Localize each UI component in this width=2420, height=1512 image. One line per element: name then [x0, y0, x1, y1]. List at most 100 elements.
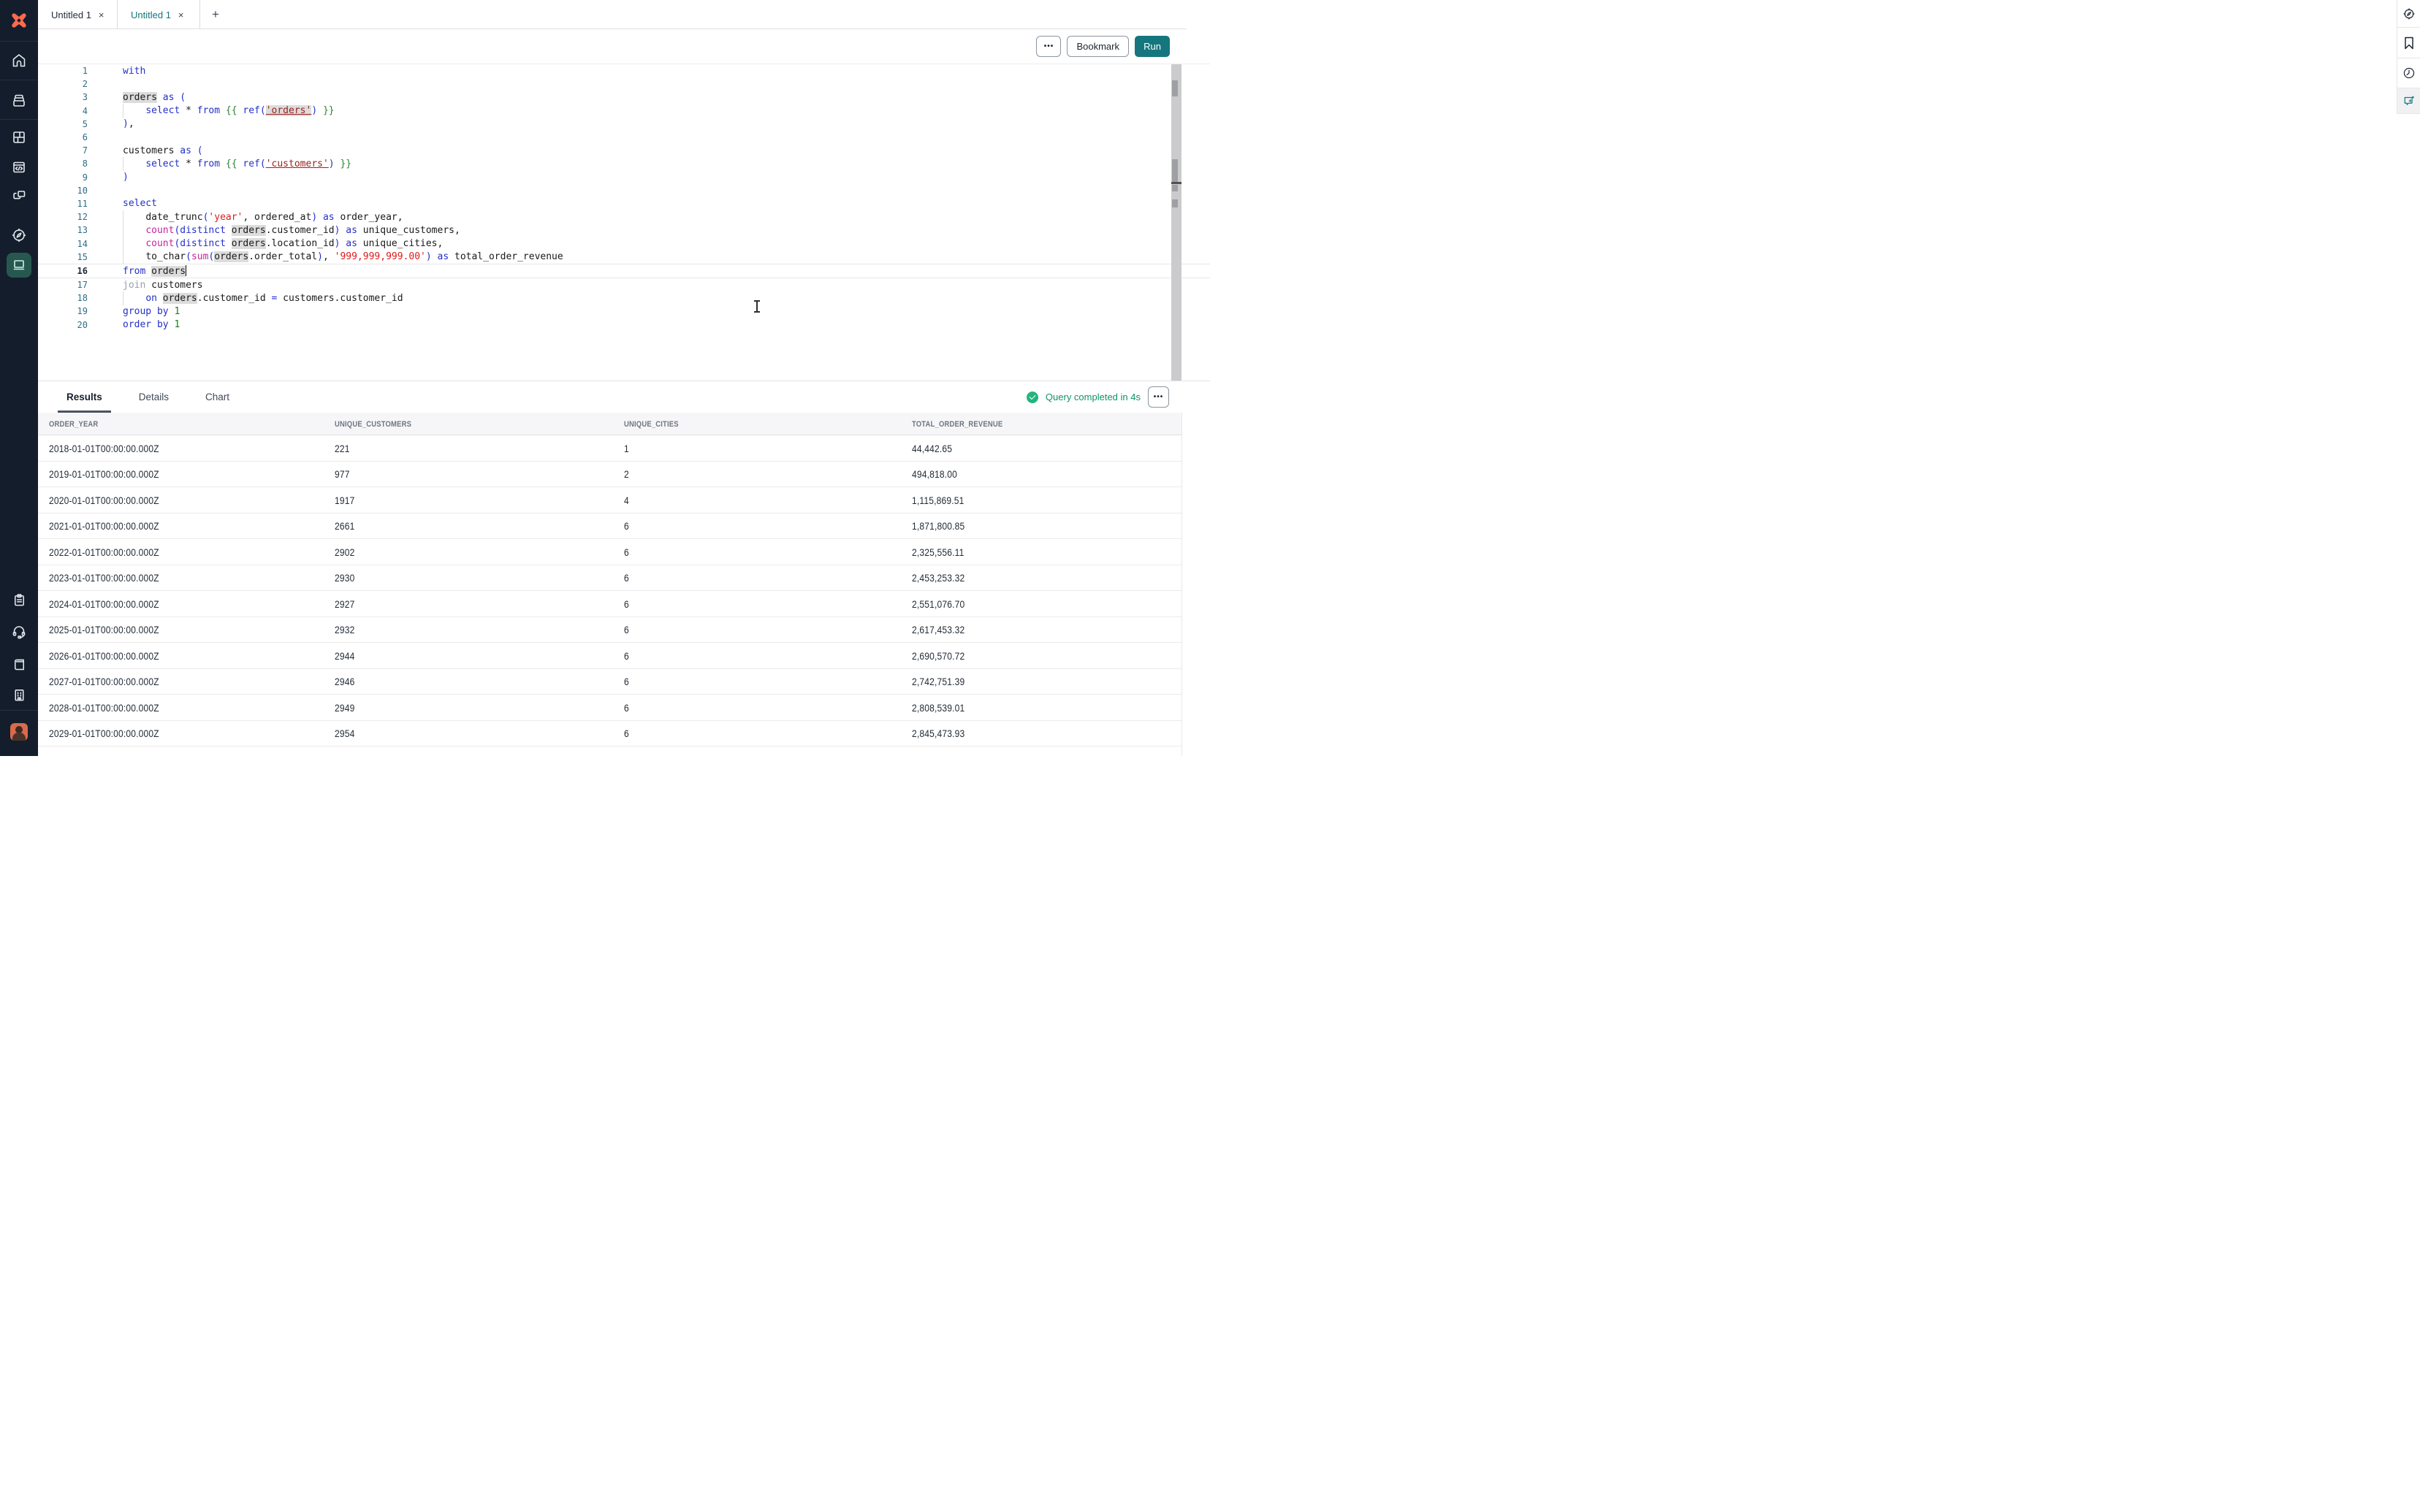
table-row[interactable]: 2027-01-01T00:00:00.000Z294662,742,751.3… [38, 669, 1182, 695]
code-text: order by 1 [104, 319, 180, 330]
table-cell: 1 [624, 435, 630, 462]
table-row[interactable]: 2021-01-01T00:00:00.000Z266161,871,800.8… [38, 513, 1182, 540]
projects-tray-icon [11, 92, 27, 108]
close-icon[interactable]: × [99, 9, 104, 20]
table-row[interactable]: 2029-01-01T00:00:00.000Z295462,845,473.9… [38, 721, 1182, 747]
table-row[interactable]: 2019-01-01T00:00:00.000Z9772494,818.00 [38, 462, 1182, 488]
sql-editor[interactable]: 1with23orders as (4 select * from {{ ref… [38, 64, 1210, 381]
code-line-12[interactable]: 12 date_trunc('year', ordered_at) as ord… [38, 210, 1210, 224]
sidebar-item-support[interactable] [0, 620, 38, 644]
new-tab-button[interactable]: + [205, 0, 227, 29]
more-options-button[interactable]: ••• [1036, 36, 1061, 57]
table-cell: 2027-01-01T00:00:00.000Z [49, 669, 177, 695]
table-cell: 2020-01-01T00:00:00.000Z [49, 487, 177, 513]
table-cell: 2902 [335, 539, 358, 565]
code-line-13[interactable]: 13 count(distinct orders.customer_id) as… [38, 224, 1210, 237]
line-number: 12 [38, 212, 104, 222]
table-row[interactable]: 2030-01-01T00:00:00.000Z287961,841,049.3… [38, 747, 1182, 756]
sidebar-item-code-apps[interactable] [0, 156, 38, 179]
column-header-order-year[interactable]: ORDER_YEAR [49, 420, 98, 429]
table-row[interactable]: 2025-01-01T00:00:00.000Z293262,617,453.3… [38, 617, 1182, 644]
code-line-19[interactable]: 19group by 1 [38, 305, 1210, 318]
code-line-18[interactable]: 18 on orders.customer_id = customers.cus… [38, 291, 1210, 305]
code-line-15[interactable]: 15 to_char(sum(orders.order_total), '999… [38, 251, 1210, 264]
bookmark-button[interactable]: Bookmark [1067, 36, 1129, 57]
sidebar-item-docs[interactable] [0, 652, 38, 676]
table-row[interactable]: 2023-01-01T00:00:00.000Z293062,453,253.3… [38, 565, 1182, 592]
rail-explore-button[interactable] [2397, 0, 2420, 28]
code-line-14[interactable]: 14 count(distinct orders.location_id) as… [38, 237, 1210, 250]
sidebar-item-dashboards[interactable] [0, 126, 38, 149]
table-cell: 6 [624, 721, 630, 747]
column-header-total-order-revenue[interactable]: TOTAL_ORDER_REVENUE [912, 420, 1002, 429]
table-row[interactable]: 2024-01-01T00:00:00.000Z292762,551,076.7… [38, 591, 1182, 617]
editor-scrollbar[interactable] [1171, 64, 1182, 381]
close-icon[interactable]: × [178, 9, 184, 20]
sidebar-item-apps[interactable] [0, 184, 38, 207]
tab-untitled-1[interactable]: Untitled 1 × [38, 0, 115, 29]
code-line-7[interactable]: 7customers as ( [38, 144, 1210, 157]
code-line-6[interactable]: 6 [38, 131, 1210, 144]
code-line-17[interactable]: 17join customers [38, 278, 1210, 291]
code-text: from orders [104, 265, 186, 277]
tab-untitled-1-active[interactable]: Untitled 1 × [118, 0, 194, 29]
column-header-unique-cities[interactable]: UNIQUE_CITIES [624, 420, 679, 429]
table-cell: 2927 [335, 591, 358, 617]
table-cell: 6 [624, 669, 630, 695]
rail-history-button[interactable] [2397, 58, 2420, 88]
table-cell: 2018-01-01T00:00:00.000Z [49, 435, 177, 462]
table-row[interactable]: 2022-01-01T00:00:00.000Z290262,325,556.1… [38, 539, 1182, 565]
scrollbar-thumb[interactable] [1172, 80, 1178, 96]
code-line-11[interactable]: 11select [38, 197, 1210, 210]
code-text: count(distinct orders.location_id) as un… [104, 238, 443, 249]
tab-results[interactable]: Results [62, 381, 107, 413]
table-cell: 2954 [335, 721, 358, 747]
table-cell: 2025-01-01T00:00:00.000Z [49, 617, 177, 644]
table-cell: 44,442.65 [912, 435, 959, 462]
table-row[interactable]: 2018-01-01T00:00:00.000Z221144,442.65 [38, 435, 1182, 462]
line-number: 11 [38, 199, 104, 209]
run-button[interactable]: Run [1135, 36, 1170, 57]
table-cell: 977 [335, 462, 352, 488]
table-cell: 1,841,049.32 [912, 747, 973, 756]
table-cell: 6 [624, 591, 630, 617]
line-number: 19 [38, 306, 104, 316]
sidebar-item-explore[interactable] [0, 224, 38, 247]
sidebar-item-changelog[interactable] [0, 588, 38, 611]
table-cell: 2879 [335, 747, 358, 756]
user-avatar[interactable] [10, 723, 28, 741]
code-line-4[interactable]: 4 select * from {{ ref('orders') }} [38, 104, 1210, 118]
code-line-3[interactable]: 3orders as ( [38, 91, 1210, 104]
table-cell: 2 [624, 462, 630, 488]
sidebar-item-home[interactable] [0, 42, 38, 80]
table-row[interactable]: 2026-01-01T00:00:00.000Z294462,690,570.7… [38, 643, 1182, 669]
code-line-1[interactable]: 1with [38, 64, 1210, 77]
code-line-9[interactable]: 9) [38, 171, 1210, 184]
code-line-20[interactable]: 20order by 1 [38, 318, 1210, 332]
tab-details[interactable]: Details [134, 381, 173, 413]
sidebar-item-notebook-active[interactable] [7, 253, 31, 278]
code-line-10[interactable]: 10 [38, 184, 1210, 197]
code-line-8[interactable]: 8 select * from {{ ref('customers') }} [38, 157, 1210, 170]
rail-bookmarks-button[interactable] [2397, 28, 2420, 58]
code-line-5[interactable]: 5), [38, 118, 1210, 131]
table-cell: 2,551,076.70 [912, 591, 973, 617]
code-window-icon [11, 159, 27, 175]
results-more-button[interactable]: ••• [1148, 386, 1169, 408]
code-line-16[interactable]: 16from orders [38, 264, 1210, 278]
sidebar-item-organization[interactable] [0, 683, 38, 706]
column-header-unique-customers[interactable]: UNIQUE_CUSTOMERS [335, 420, 411, 429]
table-body[interactable]: 2018-01-01T00:00:00.000Z221144,442.65201… [38, 435, 1182, 756]
table-cell: 2932 [335, 617, 358, 644]
hex-logo[interactable] [0, 0, 38, 41]
table-row[interactable]: 2028-01-01T00:00:00.000Z294962,808,539.0… [38, 695, 1182, 721]
line-number: 5 [38, 119, 104, 129]
code-line-2[interactable]: 2 [38, 77, 1210, 91]
rail-ai-assistant-button[interactable] [2397, 88, 2420, 114]
sidebar-item-projects[interactable] [0, 80, 38, 119]
tab-chart[interactable]: Chart [201, 381, 234, 413]
table-row[interactable]: 2020-01-01T00:00:00.000Z191741,115,869.5… [38, 487, 1182, 513]
tab-label: Untitled 1 [131, 9, 171, 20]
notebook-icon [11, 257, 27, 273]
table-cell: 2019-01-01T00:00:00.000Z [49, 462, 177, 488]
